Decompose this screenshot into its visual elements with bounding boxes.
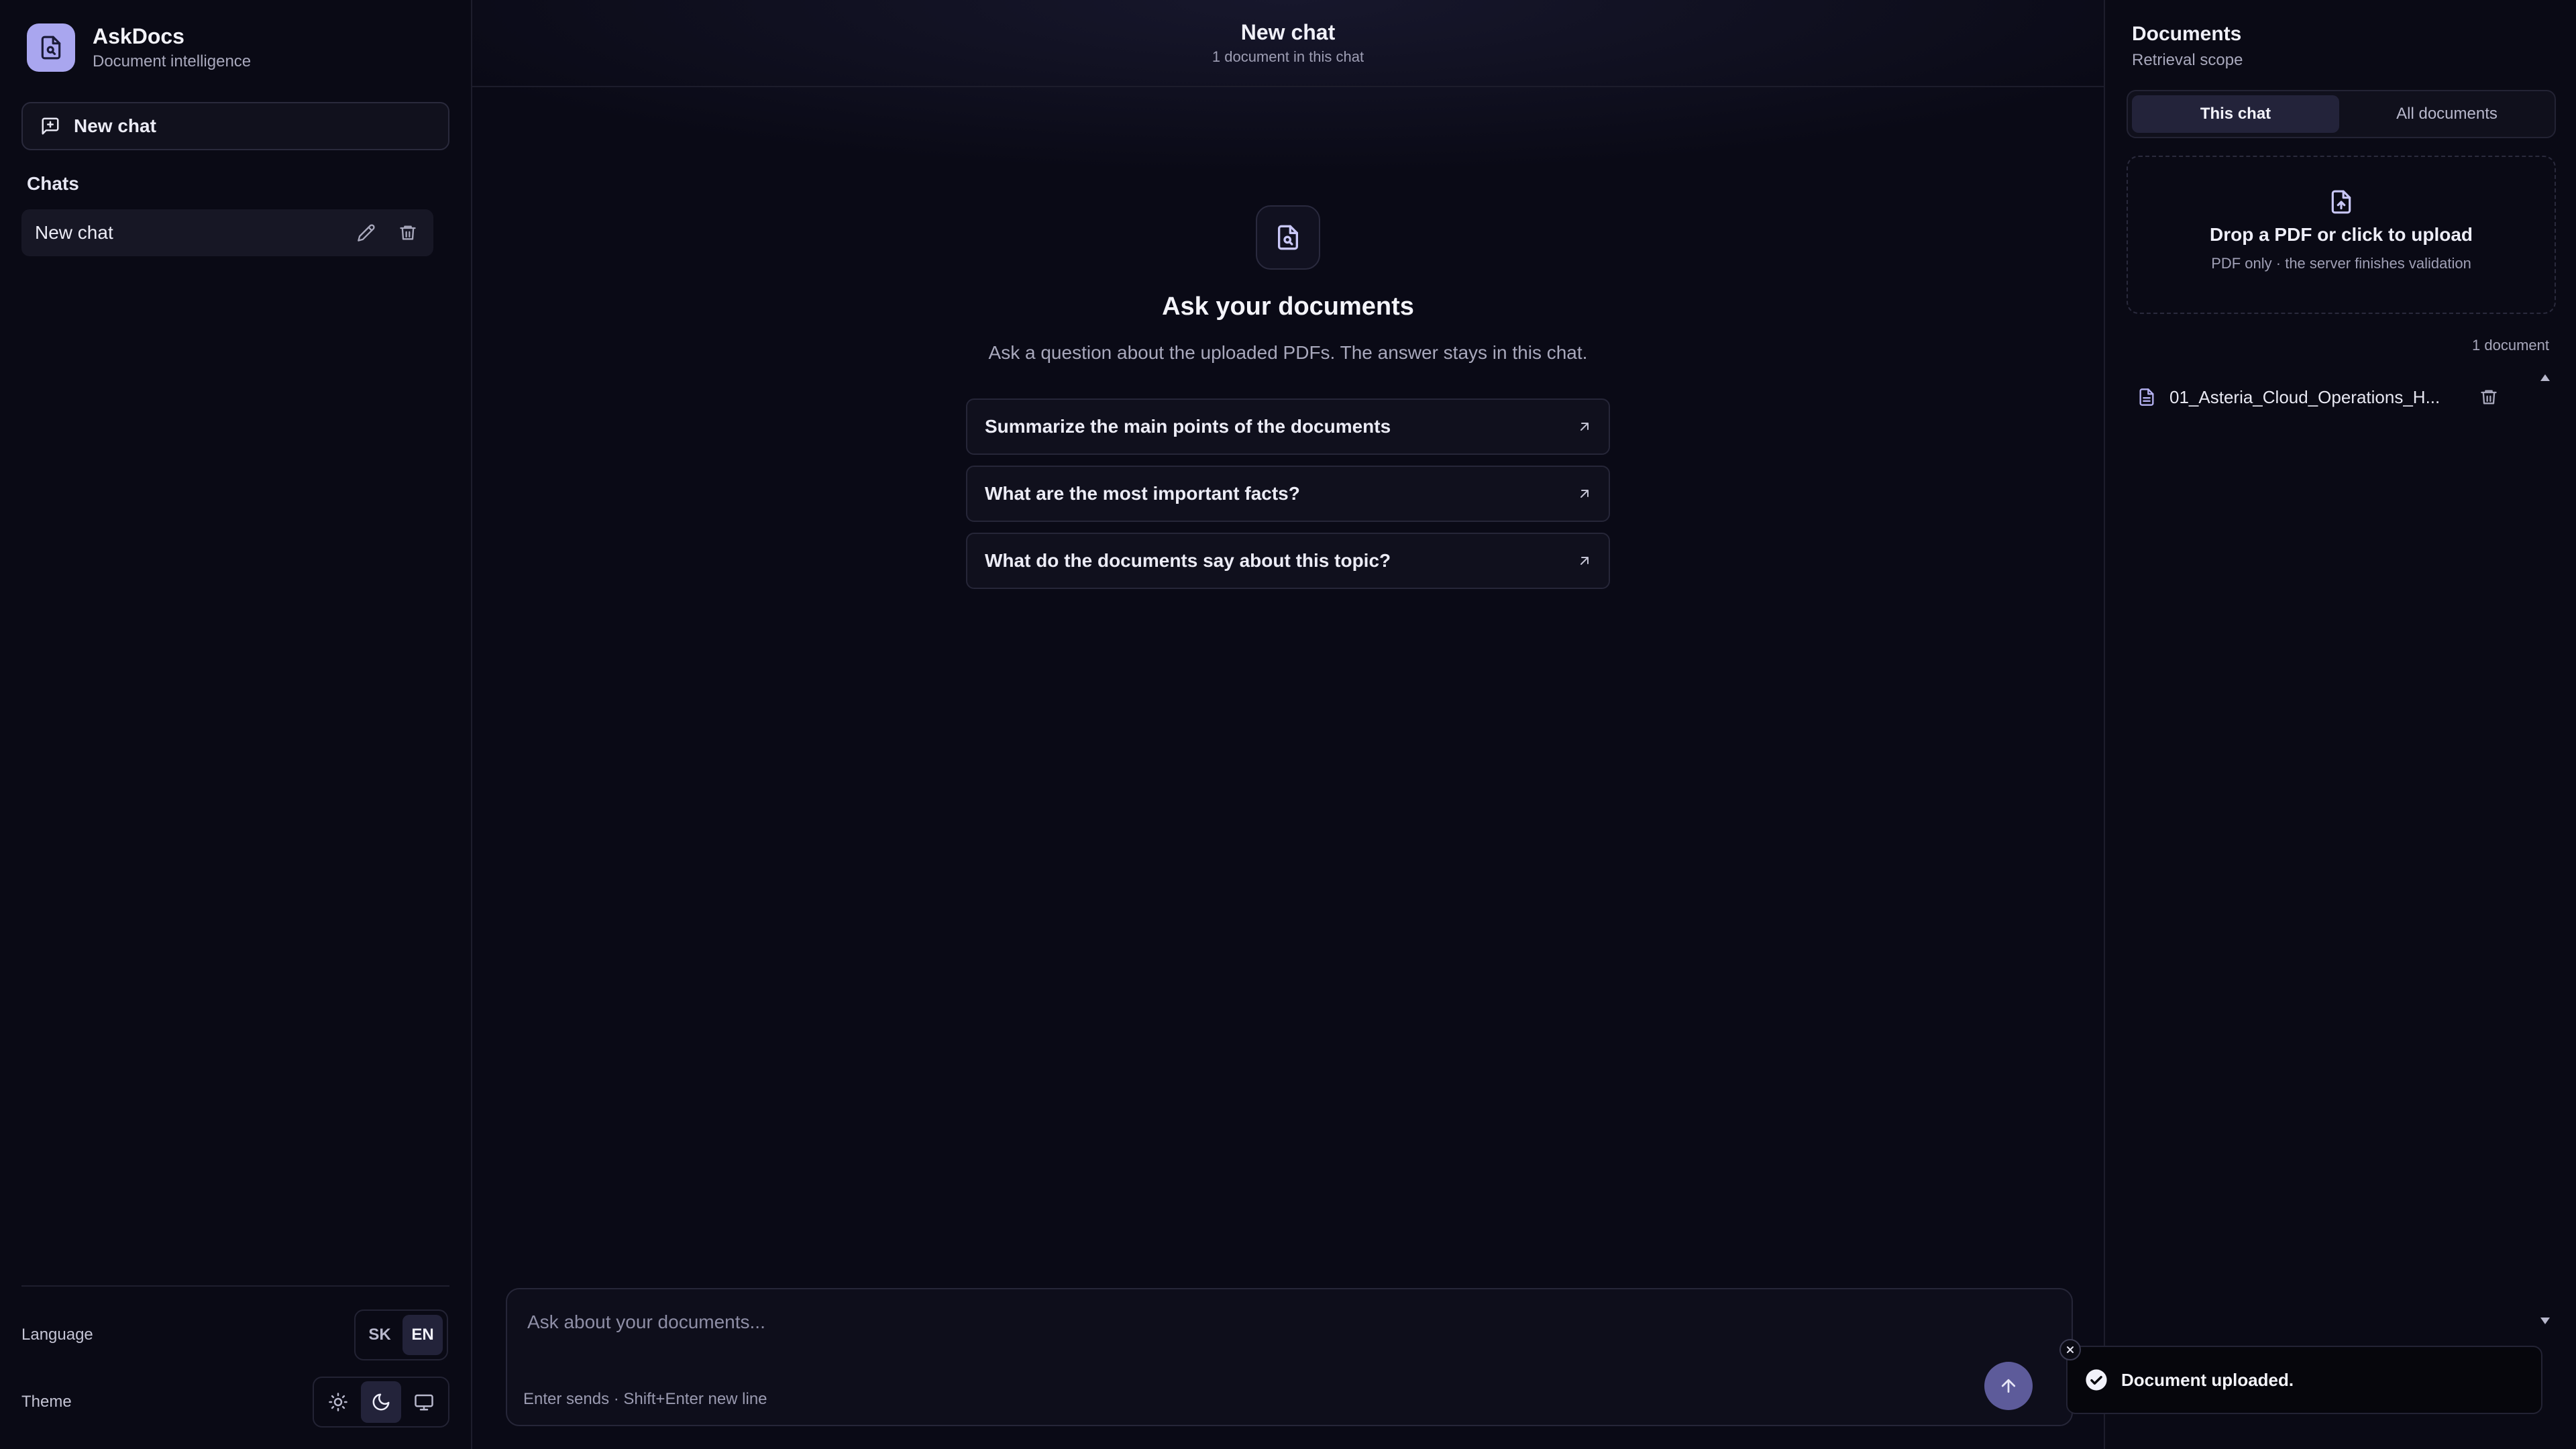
arrow-up-right-icon [1580, 557, 1589, 565]
trash-icon[interactable] [398, 223, 417, 242]
empty-state-title: Ask your documents [1162, 292, 1414, 321]
sun-icon [329, 1393, 347, 1411]
document-search-icon [27, 23, 75, 72]
suggestion-label: What are the most important facts? [985, 483, 1300, 504]
scroll-up-arrow[interactable] [2540, 373, 2551, 385]
theme-label: Theme [21, 1393, 72, 1411]
app-name: AskDocs [93, 24, 184, 48]
dropzone-title: Drop a PDF or click to upload [2209, 224, 2473, 245]
check-circle-icon [2086, 1369, 2107, 1391]
documents-title: Documents [2132, 23, 2242, 45]
send-button[interactable] [1984, 1362, 2033, 1410]
chat-document-count: 1 document in this chat [1212, 48, 1364, 65]
arrow-up-icon [2001, 1379, 2016, 1393]
new-chat-icon [42, 117, 59, 135]
chat-header: New chat 1 document in this chat [472, 0, 2104, 87]
scroll-down-arrow[interactable] [2540, 1316, 2551, 1328]
trash-icon[interactable] [2479, 388, 2498, 407]
message-composer: Enter sends · Shift+Enter new line [506, 1288, 2073, 1426]
chats-heading: Chats [27, 173, 79, 194]
monitor-icon [415, 1394, 433, 1411]
upload-toast: Document uploaded. [2066, 1346, 2542, 1414]
language-option-en[interactable]: EN [402, 1315, 443, 1355]
close-icon [2067, 1346, 2074, 1353]
moon-icon [372, 1393, 390, 1411]
document-list-item[interactable]: 01_Asteria_Cloud_Operations_H... [2137, 382, 2526, 412]
document-name: 01_Asteria_Cloud_Operations_H... [2169, 386, 2440, 407]
empty-state-description: Ask a question about the uploaded PDFs. … [988, 342, 1588, 363]
left-sidebar: AskDocs Document intelligence New chat C… [0, 0, 472, 1449]
message-input[interactable] [527, 1305, 2003, 1339]
toast-close-button[interactable] [2059, 1339, 2081, 1360]
suggestion-button[interactable]: What do the documents say about this top… [966, 533, 1610, 589]
suggestion-label: What do the documents say about this top… [985, 550, 1391, 571]
edit-icon[interactable] [357, 223, 376, 242]
theme-dark-button[interactable] [361, 1381, 401, 1423]
file-upload-icon [2331, 190, 2351, 214]
file-text-icon [2139, 388, 2154, 406]
dropzone-subtitle: PDF only · the server finishes validatio… [2211, 255, 2471, 272]
app-subtitle: Document intelligence [93, 52, 252, 70]
app-root: AskDocs Document intelligence New chat C… [0, 0, 2576, 1449]
scope-tabs: This chat All documents [2127, 90, 2556, 138]
composer-hint: Enter sends · Shift+Enter new line [523, 1390, 767, 1408]
language-label: Language [21, 1326, 93, 1344]
chat-list-item[interactable]: New chat [21, 209, 433, 256]
language-toggle: SK EN [354, 1309, 448, 1360]
chat-main: New chat 1 document in this chat Ask you… [472, 0, 2104, 1449]
documents-subtitle: Retrieval scope [2132, 51, 2243, 69]
documents-panel: Documents Retrieval scope This chat All … [2104, 0, 2576, 1449]
tab-this-chat[interactable]: This chat [2132, 95, 2339, 133]
brand: AskDocs Document intelligence [27, 23, 251, 72]
theme-system-button[interactable] [404, 1381, 444, 1423]
suggestion-button[interactable]: What are the most important facts? [966, 466, 1610, 522]
new-chat-button[interactable]: New chat [21, 102, 449, 150]
suggestion-button[interactable]: Summarize the main points of the documen… [966, 398, 1610, 455]
caret-down-icon [2540, 1318, 2550, 1324]
new-chat-label: New chat [74, 115, 156, 136]
document-search-icon [1256, 205, 1320, 270]
tab-all-documents[interactable]: All documents [2343, 95, 2551, 133]
language-option-sk[interactable]: SK [360, 1315, 400, 1355]
theme-light-button[interactable] [318, 1381, 358, 1423]
sidebar-divider [21, 1285, 449, 1287]
arrow-up-right-icon [1580, 490, 1589, 498]
theme-toggle [313, 1377, 449, 1428]
arrow-up-right-icon [1580, 423, 1589, 431]
toast-message: Document uploaded. [2121, 1369, 2294, 1390]
document-count: 1 document [2472, 337, 2549, 354]
suggestion-list: Summarize the main points of the documen… [966, 398, 1610, 600]
suggestion-label: Summarize the main points of the documen… [985, 416, 1391, 437]
caret-up-icon [2540, 374, 2550, 381]
chat-item-label: New chat [35, 222, 113, 243]
chat-title: New chat [1240, 20, 1336, 44]
upload-dropzone[interactable]: Drop a PDF or click to upload PDF only ·… [2127, 156, 2556, 314]
